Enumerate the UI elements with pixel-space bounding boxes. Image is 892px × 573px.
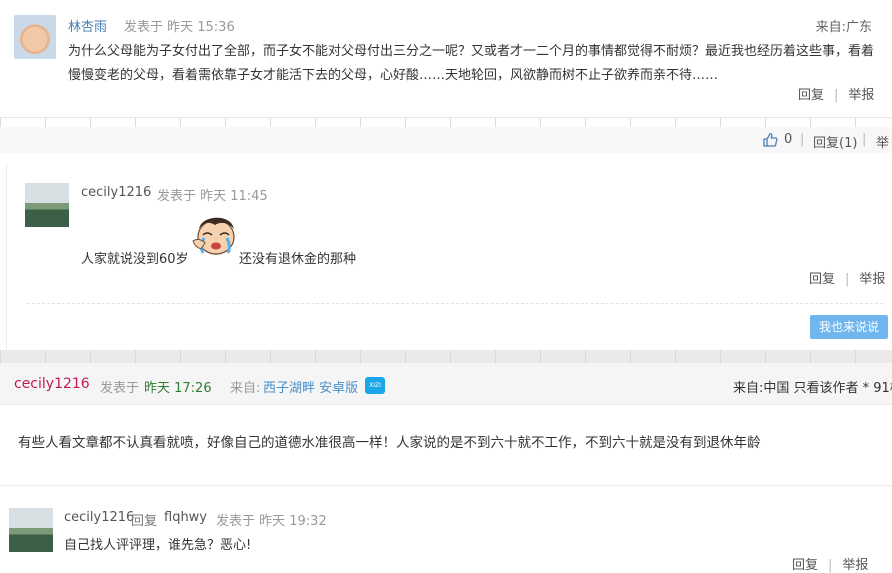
divider-strip: [0, 350, 892, 363]
avatar[interactable]: [25, 183, 69, 227]
reply-text: 还没有退休金的那种: [239, 252, 357, 267]
post-content: 为什么父母能为子女付出了全部，而子女不能对父母付出三分之一呢？又或者才一二个月的…: [68, 44, 875, 83]
posted-label: 发表于: [100, 381, 140, 396]
reply-button[interactable]: 回复: [798, 88, 824, 103]
post-actions: 回复 | 举报: [798, 84, 874, 103]
reply-to-user[interactable]: flqhwy: [164, 510, 207, 525]
post-meta-right[interactable]: 来自:中国 只看该作者 * 91楼: [733, 377, 892, 396]
crying-emoji-icon: [192, 217, 235, 255]
author-name[interactable]: cecily1216: [14, 376, 90, 392]
separator: |: [828, 558, 833, 573]
separator: |: [845, 272, 850, 287]
reply-button[interactable]: 回复: [809, 272, 835, 287]
post-actions: 回复 | 举报: [792, 554, 868, 573]
source-app-link[interactable]: 西子湖畔 安卓版: [263, 377, 358, 396]
report-button[interactable]: 举报: [848, 88, 874, 103]
like-count: 0: [784, 132, 793, 147]
thumbs-up-icon[interactable]: [762, 132, 778, 148]
post-timestamp: 发表于 昨天 19:32: [216, 514, 327, 529]
author-name[interactable]: 林杏雨: [68, 16, 107, 35]
post-2-header: cecily1216 发表于 昨天 17:26 来自: 西子湖畔 安卓版 XIZ…: [0, 363, 892, 405]
pointer-triangle: [797, 155, 813, 163]
post-content: 有些人看文章都不认真看就喷，好像自己的道德水准很高一样！人家说的是不到六十就不工…: [18, 435, 761, 451]
avatar[interactable]: [14, 15, 56, 59]
post-content: 自己找人评评理，谁先急？恶心!: [64, 538, 252, 553]
separator: |: [834, 88, 839, 103]
reply-button[interactable]: 回复: [792, 558, 818, 573]
nested-reply: cecily1216 发表于 昨天 11:45 人家就说没到60岁 还没有退休金…: [6, 155, 892, 350]
separator: |: [862, 132, 867, 147]
reply-timestamp: 发表于 昨天 11:45: [157, 189, 268, 204]
report-button[interactable]: 举报: [842, 558, 868, 573]
reply-text: 人家就说没到60岁: [81, 252, 189, 267]
author-name[interactable]: cecily1216: [81, 185, 151, 200]
separator: |: [800, 132, 805, 147]
app-badge-icon: XIZI: [365, 377, 385, 394]
report-button[interactable]: 举报: [859, 272, 885, 287]
post-source: 来自:广东: [815, 20, 872, 35]
from-label: 来自:: [230, 381, 261, 396]
post-2: 有些人看文章都不认真看就喷，好像自己的道德水准很高一样！人家说的是不到六十就不工…: [0, 405, 892, 485]
report-button[interactable]: 举: [876, 132, 889, 151]
post-3: cecily1216 回复 flqhwy 发表于 昨天 19:32 自己找人评评…: [0, 485, 892, 573]
author-name[interactable]: cecily1216: [64, 510, 134, 525]
divider-strip: [0, 117, 892, 127]
reply-label: 回复: [131, 514, 158, 529]
post-timestamp: 发表于 昨天 15:36: [124, 20, 235, 35]
reply-count-button[interactable]: 回复(1): [813, 132, 857, 151]
dashed-divider: [27, 303, 883, 304]
post-toolbar: 0 | 回复(1) | 举: [0, 127, 892, 153]
post-1: 林杏雨 发表于 昨天 15:36 来自:广东 为什么父母能为子女付出了全部，而子…: [0, 0, 892, 118]
post-timestamp: 昨天 17:26: [144, 381, 212, 396]
reply-actions: 回复 | 举报: [809, 268, 885, 287]
avatar[interactable]: [9, 508, 53, 552]
comment-button[interactable]: 我也来说说: [810, 315, 888, 339]
